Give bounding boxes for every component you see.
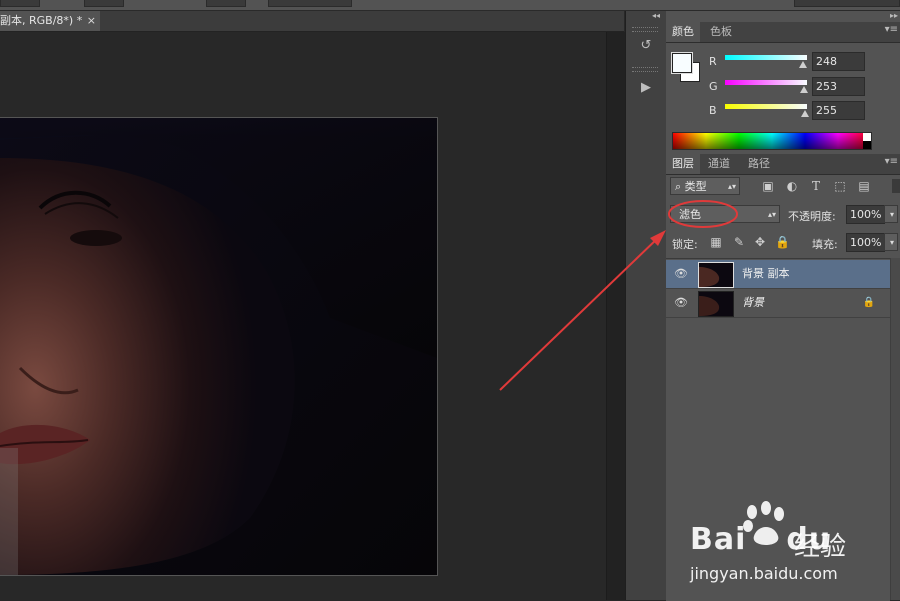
g-slider[interactable] [725, 80, 807, 85]
tab-layers[interactable]: 图层 [666, 154, 700, 174]
r-slider[interactable] [725, 55, 807, 60]
search-icon: ⌕ [675, 180, 685, 193]
expand-panels-icon[interactable]: ▸▸ [890, 11, 900, 21]
lock-position-icon[interactable]: ✥ [753, 235, 767, 249]
fill-dropdown[interactable]: ▾ [884, 233, 898, 251]
lock-transparent-pixels-icon[interactable]: ▦ [709, 235, 723, 249]
document-canvas-image[interactable] [0, 117, 438, 576]
lock-all-icon[interactable]: 🔒 [775, 235, 790, 249]
b-slider[interactable] [725, 104, 807, 109]
dock-grip[interactable] [632, 27, 658, 32]
g-slider-thumb[interactable] [800, 86, 808, 93]
blend-mode-value: 滤色 [679, 208, 701, 221]
chevron-down-icon: ▾ [889, 238, 894, 247]
opacity-label: 不透明度: [788, 210, 836, 223]
layer-thumbnail [698, 291, 734, 317]
collapse-panels-icon[interactable]: ◂◂ [649, 11, 663, 21]
blend-mode-dropdown[interactable]: 滤色 ▴▾ [670, 205, 780, 223]
options-control[interactable] [206, 0, 246, 7]
b-label: B [709, 104, 717, 117]
close-tab-icon[interactable]: × [87, 11, 96, 31]
foreground-color-swatch[interactable] [671, 52, 693, 74]
filter-smartobject-icon[interactable]: ▤ [857, 179, 871, 193]
canvas-vertical-scrollbar[interactable] [606, 32, 625, 600]
jingyan-url-text: jingyan.baidu.com [690, 564, 838, 583]
layer-name: 背景 [742, 296, 764, 309]
lock-label: 锁定: [672, 238, 698, 251]
tab-paths[interactable]: 路径 [742, 154, 776, 174]
document-tab[interactable]: 副本, RGB/8*) * × [0, 11, 100, 31]
fill-field[interactable]: 100% [846, 233, 885, 252]
layer-lock-icon: 🔒 [862, 297, 876, 308]
b-slider-thumb[interactable] [801, 110, 809, 117]
portrait-photo [0, 118, 437, 575]
options-control[interactable] [0, 0, 40, 7]
filter-shape-icon[interactable]: ⬚ [833, 179, 847, 193]
panel-menu-icon[interactable]: ▾≡ [885, 157, 898, 167]
g-label: G [709, 80, 718, 93]
chevron-updown-icon: ▴▾ [767, 210, 776, 219]
r-slider-thumb[interactable] [799, 61, 807, 68]
layer-thumbnail [698, 262, 734, 288]
workspace-switcher[interactable] [794, 0, 900, 7]
b-value-field[interactable]: 255 [812, 101, 865, 120]
tab-swatches[interactable]: 色板 [704, 22, 738, 42]
layer-filter-kind-value: 类型 [684, 180, 707, 193]
chevron-down-icon: ▾ [889, 210, 894, 219]
chevron-updown-icon: ▴▾ [727, 182, 736, 191]
tab-channels[interactable]: 通道 [702, 154, 736, 174]
lock-image-pixels-icon[interactable]: ✎ [732, 235, 746, 249]
layer-row[interactable]: 👁 背景 副本 [666, 260, 890, 289]
layer-row[interactable]: 👁 背景 🔒 [666, 289, 890, 318]
color-spectrum-bar[interactable] [672, 132, 872, 150]
layer-filter-kind-dropdown[interactable]: ⌕ 类型 ▴▾ [670, 177, 740, 195]
r-label: R [709, 55, 717, 68]
visibility-eye-icon[interactable]: 👁 [674, 296, 688, 310]
history-icon[interactable]: ↺ [634, 35, 658, 57]
baidu-jingyan-watermark: Bai du 经验 jingyan.baidu.com [688, 498, 900, 598]
opacity-dropdown[interactable]: ▾ [884, 205, 898, 223]
visibility-eye-icon[interactable]: 👁 [674, 267, 688, 281]
opacity-field[interactable]: 100% [846, 205, 885, 224]
dock-grip[interactable] [632, 67, 658, 72]
jingyan-product-text: 经验 [794, 532, 847, 562]
document-tab-bar: 副本, RGB/8*) * × [0, 11, 624, 32]
layer-name: 背景 副本 [742, 267, 790, 280]
color-panel-tabs: 颜色 色板 ▾≡ [666, 22, 900, 43]
options-control[interactable] [268, 0, 352, 7]
filter-pixel-icon[interactable]: ▣ [761, 179, 775, 193]
options-bar [0, 0, 900, 11]
filter-adjustment-icon[interactable]: ◐ [785, 179, 799, 193]
g-value-field[interactable]: 253 [812, 77, 865, 96]
filter-type-icon[interactable]: T [809, 179, 823, 193]
r-value-field[interactable]: 248 [812, 52, 865, 71]
play-actions-icon[interactable]: ▶ [634, 77, 658, 99]
layers-panel-tabs: 图层 通道 路径 ▾≡ [666, 154, 900, 175]
fill-label: 填充: [812, 238, 838, 251]
panel-menu-icon[interactable]: ▾≡ [885, 25, 898, 35]
options-control[interactable] [84, 0, 124, 7]
document-tab-title: 副本, RGB/8*) * [0, 14, 83, 27]
collapsed-panel-dock: ↺ ▶ [625, 11, 667, 600]
filter-toggle[interactable] [892, 179, 900, 193]
tab-color[interactable]: 颜色 [666, 22, 700, 42]
